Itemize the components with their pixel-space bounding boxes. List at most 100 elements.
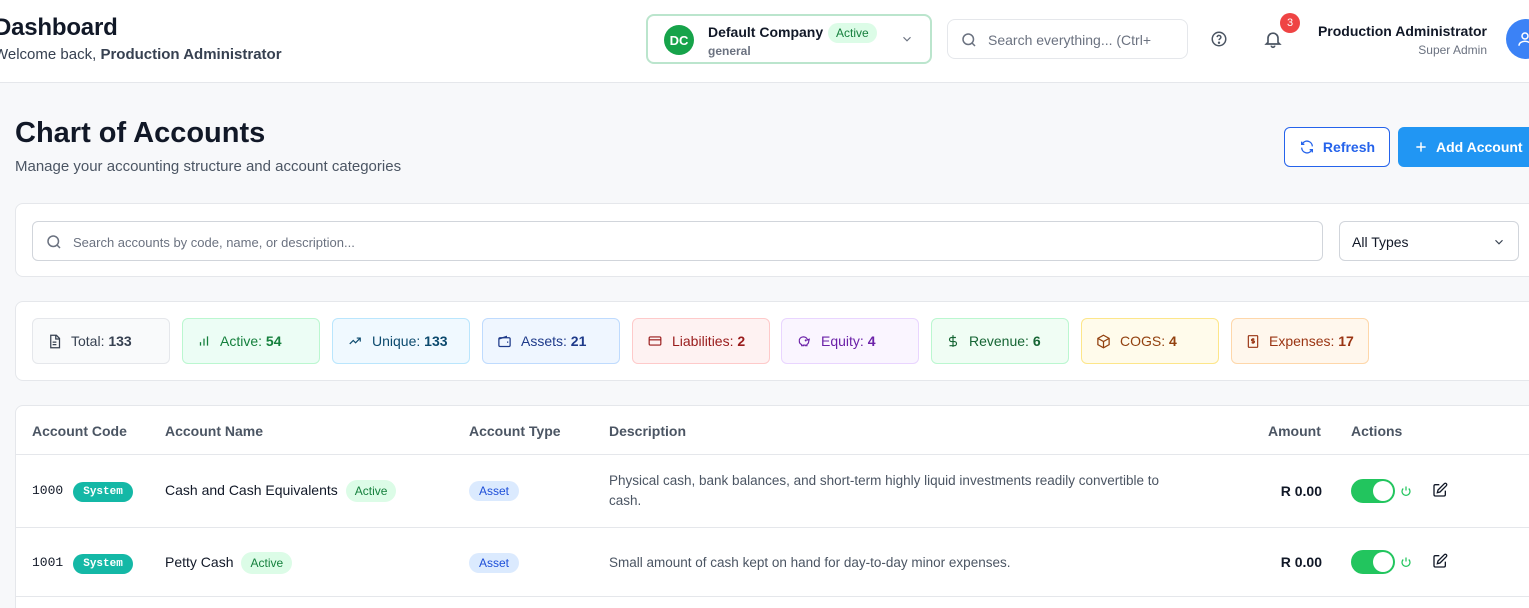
stat-assets: Assets: 21 [482,318,620,364]
account-type-select[interactable]: All Types [1339,221,1519,261]
stat-total-value: 133 [108,333,132,349]
status-badge: Active [345,480,397,502]
refresh-button[interactable]: Refresh [1284,127,1390,167]
page-subtitle: Manage your accounting structure and acc… [15,158,402,175]
status-badge: Active [241,552,293,574]
package-icon [1097,334,1110,348]
stat-revenue: Revenue: 6 [931,318,1069,364]
notification-count-badge: 3 [1280,13,1300,33]
col-description: Description [609,423,687,439]
stat-liabilities-label: Liabilities: [672,333,734,349]
toggle-switch[interactable] [1351,550,1395,574]
edit-icon[interactable] [1432,482,1448,498]
accounts-table: Account Code Account Name Account Type D… [15,405,1529,608]
add-account-button[interactable]: Add Account [1398,127,1529,167]
stat-expenses: Expenses: 17 [1231,318,1369,364]
account-description: Physical cash, bank balances, and short-… [609,473,1160,508]
col-account-type[interactable]: Account Type [469,423,561,439]
stat-total: Total: 133 [32,318,170,364]
stat-expenses-value: 17 [1338,333,1354,349]
trending-up-icon [349,337,361,345]
chevron-down-icon [1495,239,1503,245]
active-toggle[interactable] [1351,479,1395,503]
bell-icon[interactable] [1263,29,1283,49]
table-row[interactable]: 1001 System Petty Cash Active Asset Small … [16,528,1529,597]
welcome-message: Welcome back, Production Administrator [0,46,282,63]
account-amount: R 0.00 [1280,483,1322,499]
account-name: Cash and Cash Equivalents [165,482,338,498]
stat-liabilities-value: 2 [737,333,746,349]
active-toggle[interactable] [1351,550,1395,574]
stat-cogs: COGS: 4 [1081,318,1219,364]
company-status-badge: Active [828,23,877,43]
refresh-label: Refresh [1322,139,1376,155]
stat-assets-value: 21 [570,333,587,349]
user-avatar[interactable] [1506,19,1529,59]
company-sub: general [708,44,751,58]
dollar-icon [948,335,958,347]
stat-cogs-value: 4 [1169,333,1177,349]
account-code: 1001 [32,555,64,570]
edit-icon[interactable] [1432,553,1448,569]
add-account-label: Add Account [1436,139,1523,155]
col-account-name[interactable]: Account Name [165,423,263,439]
power-icon [1401,557,1411,568]
welcome-prefix: Welcome back, [0,46,101,63]
stat-unique: Unique: 133 [332,318,470,364]
account-type-badge: Asset [469,553,520,573]
global-search-placeholder: Search everything... (Ctrl+ [988,32,1152,48]
user-name: Production Administrator [1317,23,1487,39]
stat-revenue-value: 6 [1032,333,1041,349]
stat-unique-value: 133 [424,333,448,349]
stats-card: Total: 133 Active: 54 Unique: 133 Assets… [15,301,1529,381]
stat-revenue-label: Revenue: [969,333,1029,349]
stat-equity-label: Equity: [821,333,864,349]
bar-chart-icon [199,336,209,346]
toggle-switch[interactable] [1351,479,1395,503]
stat-unique-label: Unique: [372,333,421,349]
welcome-user: Production Administrator [100,46,282,63]
stat-equity-value: 4 [867,333,876,349]
stat-cogs-label: COGS: [1120,333,1166,349]
header-title: Dashboard [0,14,118,41]
chevron-down-icon [903,36,911,42]
col-amount[interactable]: Amount [1268,423,1321,439]
account-type-cell: Asset [469,481,520,501]
stat-expenses-label: Expenses: [1269,333,1335,349]
stat-liabilities: Liabilities: 2 [632,318,770,364]
account-search-input[interactable] [73,230,1303,254]
account-type-badge: Asset [469,481,520,501]
account-name-cell: Cash and Cash Equivalents Active [165,480,397,502]
account-name: Petty Cash [165,554,234,570]
system-badge: System [73,554,133,574]
wallet-icon [498,335,511,347]
receipt-icon [1247,334,1259,348]
search-icon [47,235,61,249]
global-search-input[interactable]: Search everything... (Ctrl+ [947,19,1188,59]
table-row[interactable]: 1000 System Cash and Cash Equivalents Acti… [16,455,1529,528]
account-type-value: All Types [1352,234,1409,250]
account-type-cell: Asset [469,553,520,573]
company-avatar: DC [664,25,694,55]
refresh-icon [1300,140,1313,154]
account-code-cell: 1001 System [32,553,133,574]
user-icon [1518,32,1529,46]
account-search-field[interactable] [32,221,1323,261]
search-icon [962,33,976,47]
company-selector[interactable]: DC Default Company Active general [646,14,932,64]
table-header: Account Code Account Name Account Type D… [16,406,1529,455]
credit-card-icon [648,336,662,346]
user-role: Super Admin [1418,43,1487,57]
col-actions: Actions [1351,423,1403,439]
stat-active-label: Active: [220,333,263,349]
top-header: Dashboard Welcome back, Production Admin… [0,0,1529,83]
help-icon[interactable] [1210,30,1228,48]
system-badge: System [73,482,133,502]
power-icon [1401,486,1411,497]
account-code-cell: 1000 System [32,481,133,502]
stat-total-label: Total: [71,333,105,349]
company-name: Default Company [708,24,824,40]
stat-active-value: 54 [265,333,282,349]
account-description: Small amount of cash kept on hand for da… [609,555,1011,570]
col-account-code[interactable]: Account Code [32,423,127,439]
